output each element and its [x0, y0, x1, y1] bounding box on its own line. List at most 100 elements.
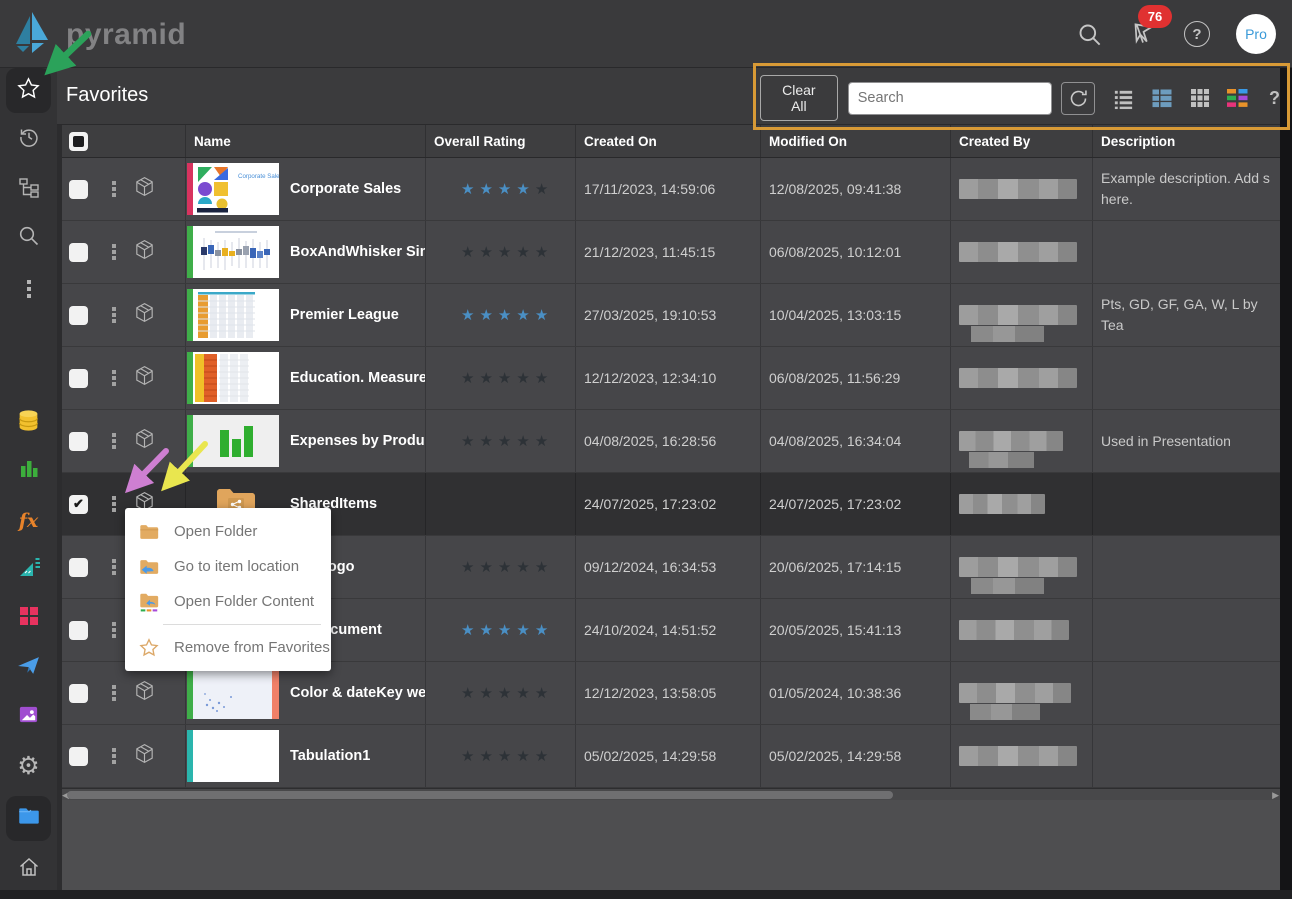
sidebar-item-present[interactable] — [6, 547, 51, 592]
help-icon[interactable]: ? — [1182, 19, 1212, 49]
thumbnail — [193, 352, 279, 404]
row-checkbox[interactable] — [69, 180, 88, 199]
search-input[interactable] — [849, 83, 1052, 114]
table-row[interactable]: Expenses by Product ★★★★★ 04/08/2025, 16… — [62, 410, 1280, 473]
description — [1092, 221, 1280, 283]
row-menu-dots-icon[interactable] — [112, 557, 116, 577]
row-checkbox[interactable] — [69, 747, 88, 766]
row-menu-dots-icon[interactable] — [112, 179, 116, 199]
menu-item-open-folder[interactable]: Open Folder — [125, 514, 331, 549]
bottom-strip — [0, 890, 1292, 899]
modified-on: 01/05/2024, 10:38:36 — [760, 662, 950, 724]
sidebar-item-publish[interactable] — [6, 645, 51, 690]
avatar[interactable]: Pro — [1236, 14, 1276, 54]
sidebar-item-discover[interactable] — [6, 449, 51, 494]
content-folder-icon — [16, 803, 42, 834]
clear-all-button[interactable]: Clear All — [760, 75, 838, 121]
table-row[interactable]: Tabulation1 ★★★★★ 05/02/2025, 14:29:58 0… — [62, 725, 1280, 788]
table-row[interactable]: BoxAndWhisker Sim ★★★★★ 21/12/2023, 11:4… — [62, 221, 1280, 284]
details-view-icon[interactable] — [1149, 86, 1174, 111]
table-header: Name Overall Rating Created On Modified … — [62, 125, 1280, 158]
row-menu-dots-icon[interactable] — [112, 305, 116, 325]
cube-icon[interactable] — [133, 679, 156, 707]
row-menu-dots-icon[interactable] — [112, 368, 116, 388]
star-icon: ★ — [498, 558, 511, 576]
column-header-modified-on[interactable]: Modified On — [760, 125, 950, 157]
notifications-icon[interactable]: 76 — [1128, 19, 1158, 49]
row-menu-dots-icon[interactable] — [112, 431, 116, 451]
row-checkbox[interactable] — [69, 306, 88, 325]
sidebar-item-history[interactable] — [6, 117, 51, 162]
table-row[interactable]: Premier League ★★★★★ 27/03/2025, 19:10:5… — [62, 284, 1280, 347]
column-header-created-on[interactable]: Created On — [575, 125, 760, 157]
menu-item-remove-from-favorites[interactable]: Remove from Favorites — [125, 630, 331, 665]
sidebar-item-search[interactable] — [6, 216, 51, 261]
row-checkbox[interactable] — [69, 243, 88, 262]
column-header-name[interactable]: Name — [185, 125, 425, 157]
row-checkbox[interactable] — [69, 684, 88, 703]
column-header-created-by[interactable]: Created By — [950, 125, 1092, 157]
row-menu-dots-icon[interactable] — [112, 494, 116, 514]
modified-on: 04/08/2025, 16:34:04 — [760, 410, 950, 472]
sidebar-item-favorites[interactable] — [6, 68, 51, 113]
topbar: pyramid 76 ? Pro — [0, 0, 1292, 68]
sidebar-item-database[interactable] — [6, 400, 51, 445]
cube-icon[interactable] — [133, 238, 156, 266]
row-checkbox[interactable] — [69, 558, 88, 577]
sidebar-item-content[interactable] — [6, 796, 51, 841]
created-by-redacted — [959, 557, 1077, 577]
chart-icon — [17, 457, 41, 486]
table-row[interactable]: Color & dateKey we ★★★★★ 12/12/2023, 13:… — [62, 662, 1280, 725]
sidebar-item-tabulate[interactable] — [6, 596, 51, 641]
cube-icon[interactable] — [133, 364, 156, 392]
search-icon[interactable] — [1074, 19, 1104, 49]
sidebar-item-settings[interactable]: ⚙ — [6, 744, 51, 789]
horizontal-scrollbar[interactable]: ◀ ▶ — [62, 789, 1280, 800]
table-row[interactable]: Education. Measures ★★★★★ 12/12/2023, 12… — [62, 347, 1280, 410]
menu-item-go-to-item-location[interactable]: Go to item location — [125, 549, 331, 584]
cube-icon[interactable] — [133, 427, 156, 455]
table-row[interactable]: Corporate Sales Corporate Sales ★★★★★ 17… — [62, 158, 1280, 221]
item-name: Education. Measures — [290, 370, 425, 386]
cube-icon[interactable] — [133, 301, 156, 329]
row-checkbox[interactable] — [69, 621, 88, 640]
column-header-rating[interactable]: Overall Rating — [425, 125, 575, 157]
row-checkbox[interactable] — [69, 369, 88, 388]
cube-icon[interactable] — [133, 742, 156, 770]
thumbnail — [193, 730, 279, 782]
scrollbar-thumb[interactable] — [67, 791, 893, 799]
item-name: Corporate Sales — [290, 181, 401, 197]
row-menu-dots-icon[interactable] — [112, 242, 116, 262]
row-menu-dots-icon[interactable] — [112, 620, 116, 640]
refresh-icon[interactable] — [1061, 82, 1095, 115]
sidebar-item-formulate[interactable]: fx — [6, 498, 51, 543]
tiles-view-icon[interactable] — [1225, 86, 1250, 111]
sidebar-item-more[interactable] — [6, 266, 51, 311]
description — [1092, 599, 1280, 661]
select-all-checkbox[interactable] — [69, 132, 88, 151]
sidebar-item-illustrate[interactable] — [6, 694, 51, 739]
logo-text: pyramid — [66, 18, 186, 52]
row-menu-dots-icon[interactable] — [112, 683, 116, 703]
row-menu-dots-icon[interactable] — [112, 746, 116, 766]
star-icon: ★ — [461, 558, 474, 576]
created-by-redacted — [959, 179, 1077, 199]
star-icon: ★ — [535, 180, 548, 198]
toolbar-help-icon[interactable]: ? — [1269, 88, 1280, 109]
star-icon: ★ — [535, 369, 548, 387]
description — [1092, 473, 1280, 535]
star-icon: ★ — [498, 369, 511, 387]
row-checkbox[interactable]: ✔ — [69, 495, 88, 514]
sidebar-item-hierarchy[interactable] — [6, 167, 51, 212]
created-on: 12/12/2023, 13:58:05 — [575, 662, 760, 724]
menu-item-open-folder-content[interactable]: Open Folder Content — [125, 584, 331, 619]
row-checkbox[interactable] — [69, 432, 88, 451]
rating-stars: ★★★★★ — [425, 158, 575, 220]
cube-icon[interactable] — [133, 175, 156, 203]
sidebar-item-home[interactable] — [6, 847, 51, 892]
column-header-description[interactable]: Description — [1092, 125, 1280, 157]
list-view-icon[interactable] — [1111, 86, 1136, 111]
history-icon — [17, 125, 41, 154]
item-name: Premier League — [290, 307, 399, 323]
grid-view-icon[interactable] — [1187, 86, 1212, 111]
